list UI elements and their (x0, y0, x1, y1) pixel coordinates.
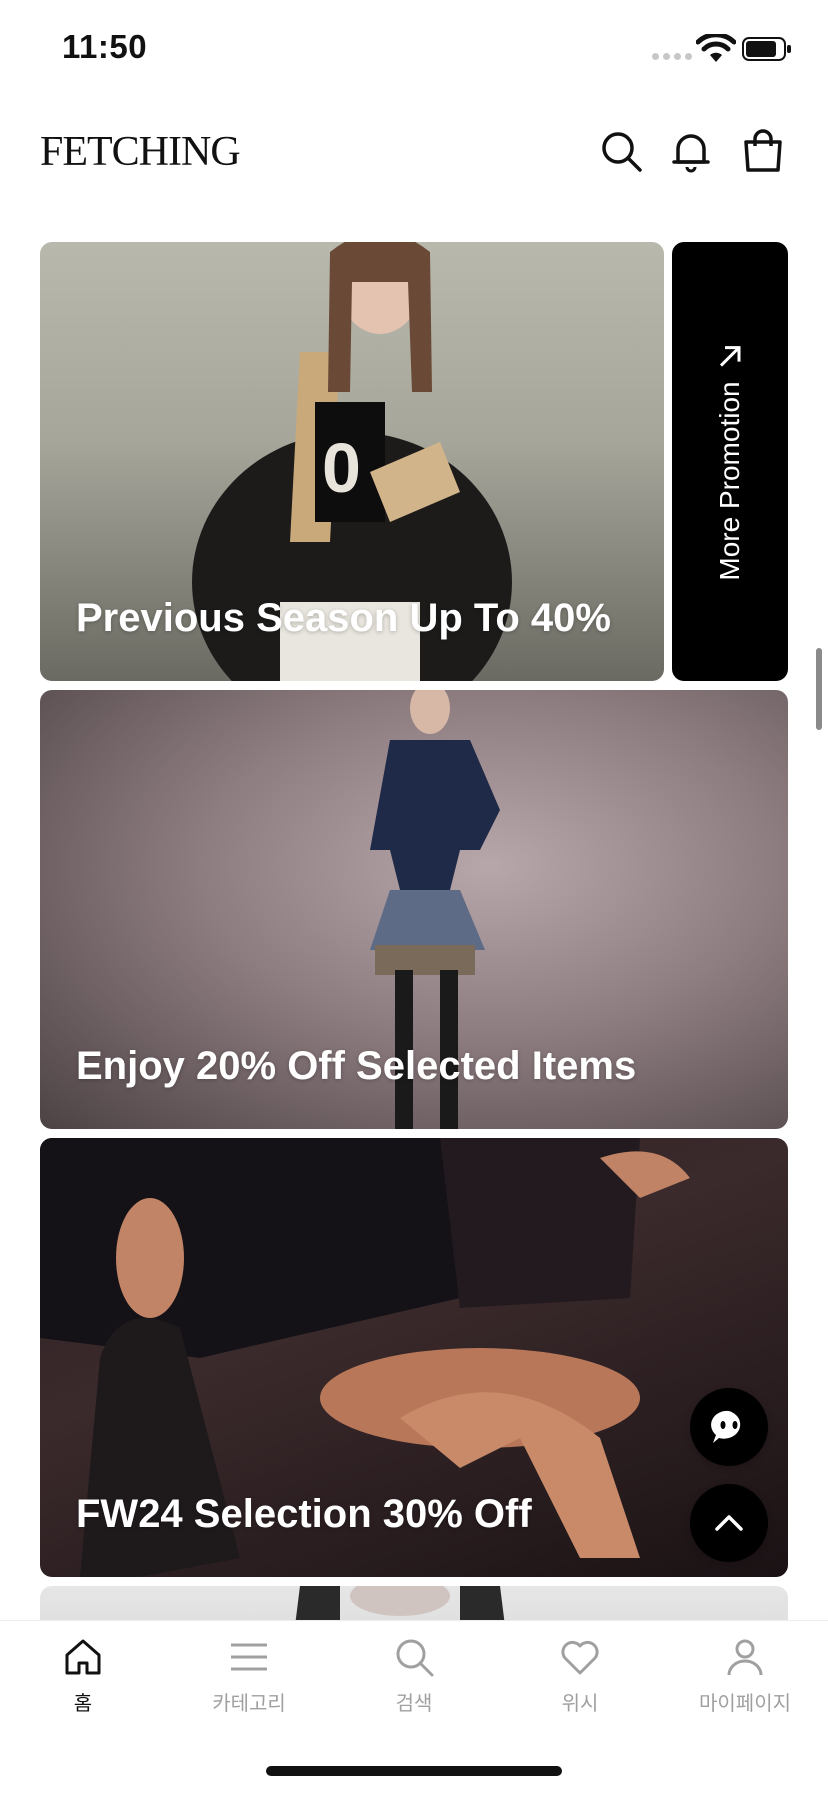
chat-bot-icon (711, 1410, 741, 1443)
banner-caption: FW24 Selection 30% Off (76, 1492, 532, 1536)
tab-label: 위시 (561, 1693, 599, 1715)
banner-caption: Enjoy 20% Off Selected Items (76, 1044, 637, 1088)
shopping-bag-icon[interactable] (740, 128, 786, 174)
menu-icon (231, 1643, 267, 1671)
search-icon[interactable] (598, 128, 644, 174)
search-icon (396, 1639, 434, 1677)
tab-my-page[interactable]: 마이페이지 (662, 1635, 828, 1735)
tab-label: 홈 (73, 1693, 93, 1715)
bell-icon[interactable] (668, 128, 714, 174)
more-promotion-label: More Promotion (714, 343, 746, 581)
user-icon (727, 1639, 763, 1676)
wifi-icon (696, 34, 736, 62)
tab-wish[interactable]: 위시 (497, 1635, 663, 1735)
promo-banner-2[interactable]: Enjoy 20% Off Selected Items (40, 690, 788, 1129)
fetching-logo[interactable]: FETCHING (40, 128, 241, 176)
home-indicator[interactable] (266, 1766, 562, 1776)
tab-category[interactable]: 카테고리 (166, 1635, 332, 1735)
svg-text:0: 0 (322, 429, 361, 507)
scroll-to-top-button[interactable] (690, 1484, 768, 1562)
tab-search[interactable]: 검색 (331, 1635, 497, 1735)
app-header: FETCHING (0, 110, 828, 200)
tab-home[interactable]: 홈 (0, 1635, 166, 1735)
tab-label: 마이페이지 (699, 1693, 791, 1715)
more-promotion-button[interactable]: More Promotion (672, 242, 788, 681)
arrow-up-right-icon (719, 345, 741, 367)
home-icon (65, 1639, 101, 1675)
chat-bot-button[interactable] (690, 1388, 768, 1466)
battery-icon (742, 37, 791, 61)
heart-icon (561, 1640, 599, 1675)
scroll-indicator[interactable] (816, 648, 822, 730)
tab-label: 카테고리 (212, 1693, 286, 1715)
tab-label: 검색 (395, 1693, 433, 1715)
chevron-up-icon (715, 1515, 743, 1531)
banner-caption: Previous Season Up To 40% (76, 596, 611, 640)
promo-banner-3[interactable]: FW24 Selection 30% Off (40, 1138, 788, 1577)
cellular-signal-icon (652, 53, 692, 60)
status-bar: 11:50 (0, 0, 828, 100)
promo-banner-1[interactable]: 0 Previous Season Up To 40% (40, 242, 664, 681)
more-promotion-text: More Promotion (714, 381, 745, 581)
status-time: 11:50 (62, 28, 148, 65)
